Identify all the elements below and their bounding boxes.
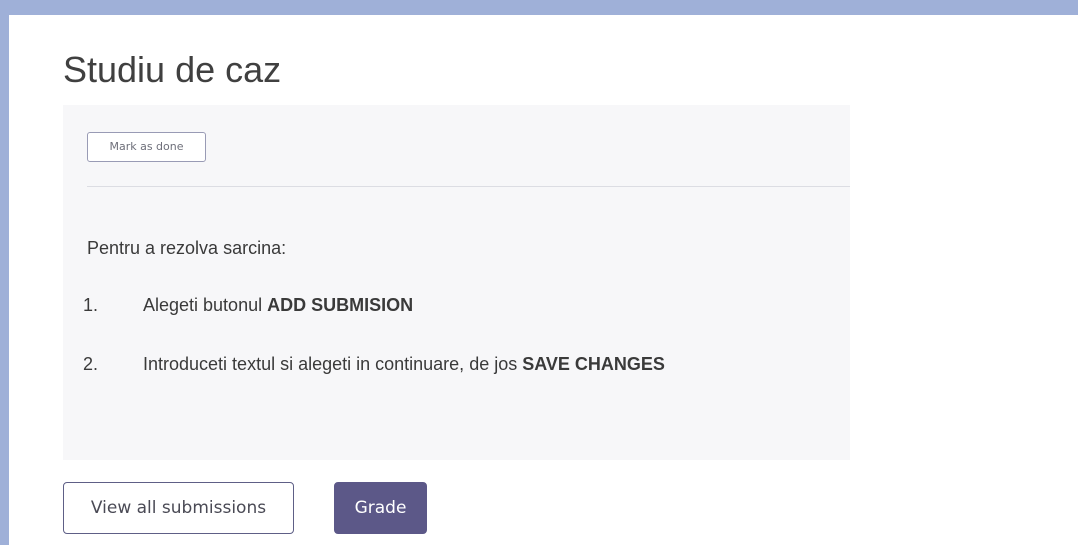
window-frame-top	[0, 0, 1078, 15]
page-title: Studiu de caz	[63, 49, 282, 90]
step-text: Introduceti textul si alegeti in continu…	[143, 352, 665, 376]
step-number: 2.	[83, 354, 99, 374]
step-highlight: SAVE CHANGES	[522, 354, 665, 374]
grade-button[interactable]: Grade	[334, 482, 427, 534]
step-description: Alegeti butonul	[143, 295, 268, 315]
window-frame-left	[0, 0, 9, 545]
step-highlight: ADD SUBMISION	[267, 295, 414, 315]
step-number: 1.	[83, 295, 99, 315]
panel-divider	[87, 186, 850, 187]
instructions-intro: Pentru a rezolva sarcina:	[87, 238, 287, 258]
mark-as-done-button[interactable]: Mark as done	[87, 132, 206, 162]
step-text: Alegeti butonul ADD SUBMISION	[143, 293, 413, 317]
step-description: Introduceti textul si alegeti in continu…	[143, 354, 523, 374]
activity-panel: Mark as done Pentru a rezolva sarcina: 1…	[63, 105, 850, 460]
view-all-submissions-button[interactable]: View all submissions	[63, 482, 294, 534]
